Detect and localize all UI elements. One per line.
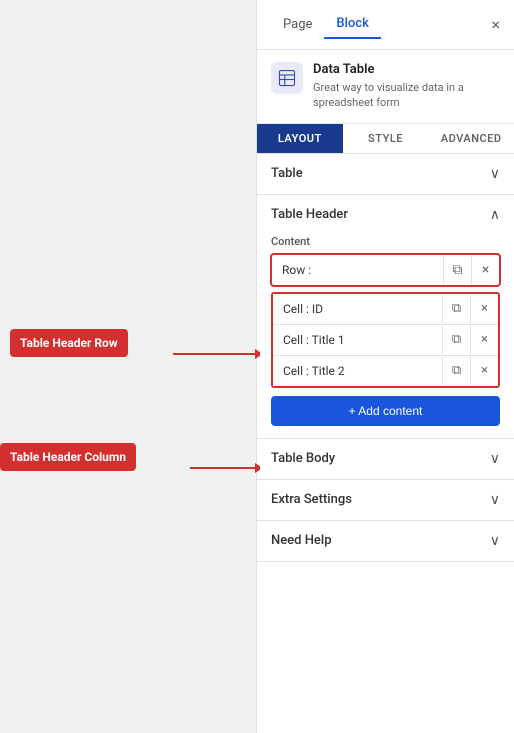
table-section-header[interactable]: Table ∨ bbox=[257, 154, 514, 194]
extra-settings-section-header[interactable]: Extra Settings ∨ bbox=[257, 480, 514, 520]
table-header-column-arrow bbox=[0, 443, 260, 493]
table-section: Table ∨ bbox=[257, 154, 514, 195]
cell-title2-copy-button[interactable]: ⧉ bbox=[442, 357, 470, 385]
data-table-icon bbox=[271, 62, 303, 94]
row-copy-button[interactable]: ⧉ bbox=[443, 256, 471, 284]
cell-title1-label: Cell : Title 1 bbox=[273, 325, 442, 355]
panel-header: Page Block × bbox=[257, 0, 514, 50]
row-delete-button[interactable]: × bbox=[471, 256, 499, 284]
add-content-button[interactable]: + Add content bbox=[271, 396, 500, 426]
cells-group: Cell : ID ⧉ × Cell : Title 1 ⧉ × Cell : … bbox=[271, 292, 500, 388]
table-header-column-annotation: Table Header Column bbox=[0, 443, 136, 471]
tab-layout[interactable]: LAYOUT bbox=[257, 124, 343, 153]
table-header-chevron-up: ∧ bbox=[490, 207, 500, 223]
layout-tabs: LAYOUT STYLE ADVANCED bbox=[257, 124, 514, 154]
table-body-section-header[interactable]: Table Body ∨ bbox=[257, 439, 514, 479]
block-info: Data Table Great way to visualize data i… bbox=[257, 50, 514, 124]
need-help-section-header[interactable]: Need Help ∨ bbox=[257, 521, 514, 561]
table-body-section-label: Table Body bbox=[271, 451, 335, 466]
cell-item-id: Cell : ID ⧉ × bbox=[273, 294, 498, 325]
cell-title2-delete-button[interactable]: × bbox=[470, 357, 498, 385]
tab-advanced[interactable]: ADVANCED bbox=[428, 124, 514, 153]
tab-style[interactable]: STYLE bbox=[343, 124, 429, 153]
row-item-label: Row : bbox=[272, 255, 443, 285]
content-label: Content bbox=[271, 235, 500, 248]
tab-page[interactable]: Page bbox=[271, 11, 324, 38]
table-header-section-label: Table Header bbox=[271, 207, 348, 222]
cell-item-title2: Cell : Title 2 ⧉ × bbox=[273, 356, 498, 386]
right-panel: Page Block × Data Table Great way to vis… bbox=[256, 0, 514, 733]
extra-settings-section: Extra Settings ∨ bbox=[257, 480, 514, 521]
cell-item-title1: Cell : Title 1 ⧉ × bbox=[273, 325, 498, 356]
cell-id-delete-button[interactable]: × bbox=[470, 295, 498, 323]
cell-id-label: Cell : ID bbox=[273, 294, 442, 324]
row-item: Row : ⧉ × bbox=[271, 254, 500, 286]
block-description: Great way to visualize data in a spreads… bbox=[313, 80, 500, 111]
block-text: Data Table Great way to visualize data i… bbox=[313, 62, 500, 111]
need-help-section: Need Help ∨ bbox=[257, 521, 514, 562]
table-header-row-annotation: Table Header Row bbox=[10, 329, 128, 357]
cell-title1-copy-button[interactable]: ⧉ bbox=[442, 326, 470, 354]
table-header-section-header[interactable]: Table Header ∧ bbox=[257, 195, 514, 235]
table-body-chevron-down: ∨ bbox=[490, 451, 500, 467]
block-title: Data Table bbox=[313, 62, 500, 77]
extra-settings-section-label: Extra Settings bbox=[271, 492, 352, 507]
tab-block[interactable]: Block bbox=[324, 10, 380, 39]
table-body-section: Table Body ∨ bbox=[257, 439, 514, 480]
close-button[interactable]: × bbox=[491, 17, 500, 33]
cell-title2-label: Cell : Title 2 bbox=[273, 356, 442, 386]
table-chevron-down: ∨ bbox=[490, 166, 500, 182]
table-header-row-arrow bbox=[0, 329, 260, 379]
extra-settings-chevron-down: ∨ bbox=[490, 492, 500, 508]
table-section-label: Table bbox=[271, 166, 303, 181]
table-header-section: Table Header ∧ Content Row : ⧉ × Cell : … bbox=[257, 195, 514, 439]
table-header-content: Content Row : ⧉ × Cell : ID ⧉ × Cell : T… bbox=[257, 235, 514, 438]
cell-id-copy-button[interactable]: ⧉ bbox=[442, 295, 470, 323]
need-help-chevron-down: ∨ bbox=[490, 533, 500, 549]
cell-title1-delete-button[interactable]: × bbox=[470, 326, 498, 354]
need-help-section-label: Need Help bbox=[271, 533, 332, 548]
